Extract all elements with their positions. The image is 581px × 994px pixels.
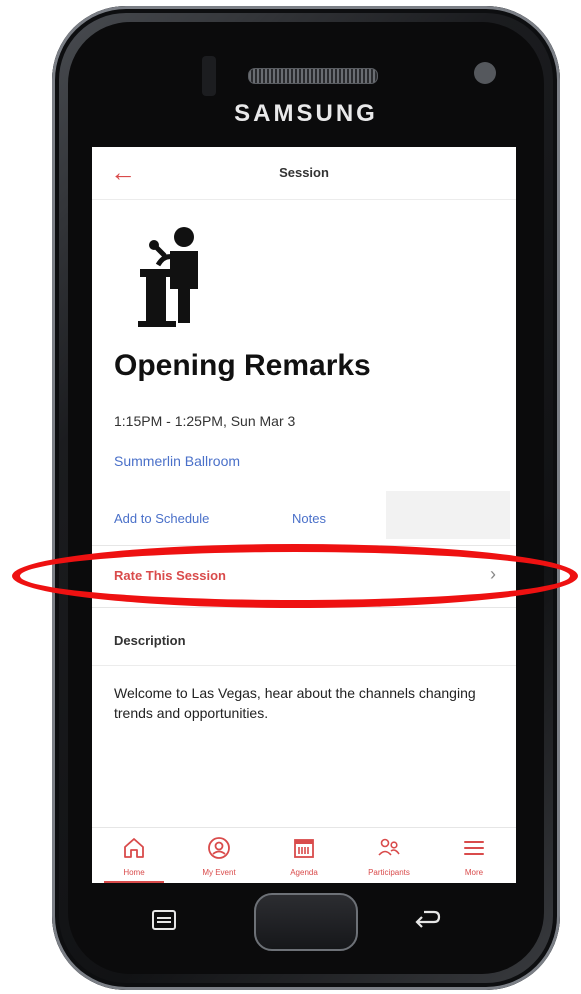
description-text: Welcome to Las Vegas, hear about the cha… — [114, 685, 476, 721]
page-title: Session — [279, 165, 329, 180]
hardware-home-button[interactable] — [254, 893, 358, 951]
session-time: 1:15PM - 1:25PM, Sun Mar 3 — [114, 413, 296, 429]
earpiece-speaker — [248, 68, 378, 84]
home-icon — [124, 838, 144, 858]
people-icon — [378, 838, 400, 856]
tab-agenda[interactable]: Agenda — [262, 828, 346, 883]
device-brand-logo: SAMSUNG — [234, 100, 378, 127]
session-actions: Add to Schedule Notes — [92, 487, 516, 543]
calendar-icon — [294, 839, 314, 858]
session-title: Opening Remarks — [114, 349, 371, 382]
tab-label: Home — [123, 868, 145, 877]
session-location-link[interactable]: Summerlin Ballroom — [114, 453, 240, 469]
active-tab-indicator — [104, 881, 164, 883]
hardware-back-key-icon[interactable] — [412, 906, 442, 932]
bottom-tab-bar: Home My Event Agenda Participants More — [92, 827, 516, 883]
app-screen: ← Session Opening Remarks 1:15PM - 1:25P… — [92, 147, 516, 883]
tab-label: My Event — [202, 868, 236, 877]
notes-button[interactable]: Notes — [292, 511, 326, 526]
tab-label: Participants — [368, 868, 410, 877]
highlight-ellipse-annotation — [12, 544, 578, 608]
tab-label: More — [464, 868, 484, 877]
menu-icon — [464, 841, 484, 855]
divider — [92, 665, 516, 666]
tab-more[interactable]: More — [432, 828, 516, 883]
app-header: ← Session — [92, 147, 516, 200]
tab-label: Agenda — [290, 868, 318, 877]
action-placeholder-box — [386, 491, 510, 539]
tab-home[interactable]: Home — [92, 828, 176, 883]
hardware-menu-key-icon[interactable] — [152, 910, 176, 930]
proximity-sensor — [202, 56, 216, 96]
front-camera — [474, 62, 496, 84]
tab-my-event[interactable]: My Event — [177, 828, 261, 883]
user-circle-icon — [208, 837, 230, 859]
description-heading: Description — [114, 633, 186, 648]
add-to-schedule-button[interactable]: Add to Schedule — [114, 511, 209, 526]
tab-participants[interactable]: Participants — [347, 828, 431, 883]
speaker-at-podium-icon — [138, 227, 198, 327]
